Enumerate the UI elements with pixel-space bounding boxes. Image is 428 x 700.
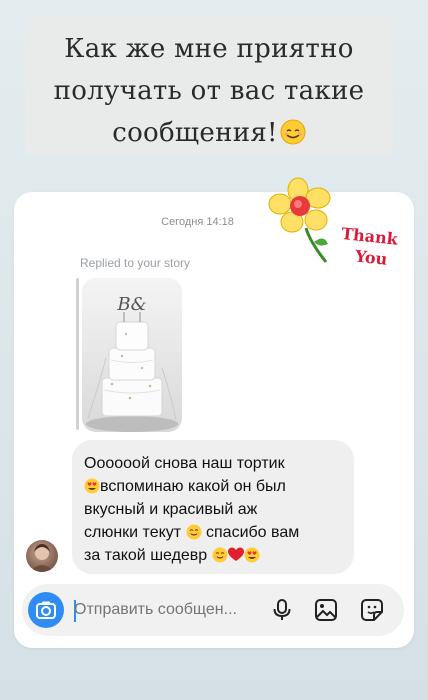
message-line-5: за такой шедевр [84, 544, 350, 567]
message-line-2-text: вспоминаю какой он был [100, 478, 286, 495]
avatar-photo [30, 544, 54, 572]
message-input[interactable] [74, 598, 258, 622]
caption-line-3-text: сообщения! [112, 118, 278, 148]
caption-line-1: Как же мне приятно [64, 34, 354, 64]
svg-text:B&: B& [116, 294, 146, 315]
caption-text: Как же мне приятно получать от вас такие… [25, 28, 393, 154]
message-text: Оооооой снова наш тортик вспоминаю какой… [84, 452, 350, 567]
message-line-3: вкусный и красивый аж [84, 501, 258, 518]
message-line-5-text: за такой шедевр [84, 547, 208, 564]
sticker-icon[interactable] [358, 596, 386, 624]
thank-you-sticker: Thank You [338, 224, 422, 274]
smiling-face-emoji [212, 547, 228, 563]
caption-line-2: получать от вас такие [53, 76, 365, 106]
message-line-4a: слюнки текут [84, 524, 182, 541]
heart-eyes-emoji [84, 478, 100, 494]
avatar[interactable] [26, 540, 58, 572]
story-thumbnail[interactable]: B& [82, 278, 182, 432]
gallery-icon[interactable] [312, 596, 340, 624]
message-timestamp: Сегодня 14:18 [161, 216, 234, 228]
camera-icon [36, 601, 56, 619]
red-heart-emoji [227, 547, 244, 561]
microphone-icon[interactable] [268, 596, 296, 624]
cake-image: B& [82, 278, 182, 432]
message-line-4b: спасибо вам [206, 524, 300, 541]
smiling-face-emoji [186, 524, 202, 540]
message-line-4: слюнки текут спасибо вам [84, 521, 350, 544]
message-line-2: вспоминаю какой он был [84, 475, 350, 498]
message-line-1: Оооооой снова наш тортик [84, 455, 285, 472]
reply-indicator-bar [76, 278, 79, 430]
heart-eyes-emoji [244, 547, 260, 563]
caption-line-3: сообщения! [25, 112, 393, 154]
smiling-face-emoji [280, 119, 306, 145]
replied-to-story-label: Replied to your story [80, 256, 191, 270]
camera-button[interactable] [28, 592, 64, 628]
